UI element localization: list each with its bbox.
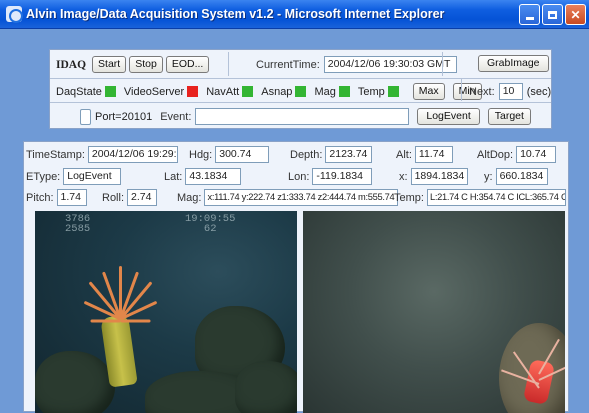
x-label: x: <box>399 170 408 183</box>
temp-label: Temp: <box>394 191 424 204</box>
lat-label: Lat: <box>164 170 183 183</box>
etype-field: LogEvent <box>63 168 122 185</box>
seafloor-rock <box>235 361 297 413</box>
status-videoserver-indicator <box>187 86 199 97</box>
timestamp-label: TimeStamp: <box>26 148 85 161</box>
altdop-field: 10.74 <box>516 146 557 163</box>
altdop-label: AltDop: <box>477 148 514 161</box>
event-label: Event: <box>160 110 192 123</box>
y-field: 660.1834 <box>495 168 548 185</box>
internet-explorer-icon <box>6 6 23 23</box>
camera-feed-2 <box>303 211 565 413</box>
status-asnap-label: Asnap <box>261 85 293 98</box>
divider <box>442 52 443 76</box>
lon-field: -119.1834 <box>312 168 373 185</box>
current-time-label: CurrentTime: <box>256 58 320 71</box>
hdg-label: Hdg: <box>189 148 213 161</box>
target-button[interactable]: Target <box>487 108 531 125</box>
status-videoserver-label: VideoServer <box>123 85 185 98</box>
close-button[interactable]: ✕ <box>565 4 586 25</box>
alt-field: 11.74 <box>414 146 453 163</box>
divider <box>461 79 462 101</box>
divider <box>228 52 229 76</box>
status-daqstate-label: DaqState <box>56 85 102 98</box>
hdg-field: 300.74 <box>215 146 270 163</box>
telemetry-panel: TimeStamp: 2004/12/06 19:29:54 Hdg: 300.… <box>23 141 569 413</box>
depth-label: Depth: <box>290 148 323 161</box>
status-temp-label: Temp <box>357 85 385 98</box>
port-checkbox[interactable] <box>80 108 91 125</box>
status-navatt-label: NavAtt <box>206 85 240 98</box>
minimize-icon <box>525 16 534 20</box>
current-time-field: 2004/12/06 19:30:03 GMT <box>323 56 457 73</box>
roll-label: Roll: <box>102 191 125 204</box>
pitch-field: 1.74 <box>56 189 87 206</box>
status-temp-indicator <box>387 86 399 97</box>
max-button[interactable]: Max <box>412 83 445 100</box>
camera-feed-1: 3786 2585 19:09:55 62 <box>35 211 297 413</box>
divider <box>50 102 551 103</box>
status-mag-label: Mag <box>314 85 336 98</box>
start-button[interactable]: Start <box>92 56 127 73</box>
pitch-label: Pitch: <box>26 191 54 204</box>
alt-label: Alt: <box>396 148 412 161</box>
timestamp-field: 2004/12/06 19:29:54 <box>87 146 178 163</box>
event-input[interactable] <box>195 108 410 125</box>
window-title-bar[interactable]: Alvin Image/Data Acquisition System v1.2… <box>0 0 589 29</box>
minimize-button[interactable] <box>519 4 540 25</box>
x-field: 1894.1834 <box>410 168 468 185</box>
maximize-button[interactable] <box>542 4 563 25</box>
maximize-icon <box>548 10 557 19</box>
divider <box>50 78 551 79</box>
eod-button[interactable]: EOD... <box>165 56 210 73</box>
port-label: Port=20101 <box>95 110 153 123</box>
next-unit-label: (sec) <box>526 85 552 98</box>
grab-image-button[interactable]: GrabImage <box>478 55 549 72</box>
depth-field: 2123.74 <box>325 146 373 163</box>
mag-label: Mag: <box>177 191 202 204</box>
temp-field: L:21.74 C H:354.74 C ICL:365.74 C <box>426 189 566 206</box>
etype-label: EType: <box>26 170 61 183</box>
window-title: Alvin Image/Data Acquisition System v1.2… <box>26 7 445 21</box>
control-panel: IDAQ Start Stop EOD... CurrentTime: 2004… <box>49 49 552 129</box>
status-asnap-indicator <box>295 86 307 97</box>
browser-content: IDAQ Start Stop EOD... CurrentTime: 2004… <box>0 29 589 413</box>
status-navatt-indicator <box>242 86 254 97</box>
close-icon: ✕ <box>570 7 581 22</box>
app-name: IDAQ <box>56 58 87 71</box>
stop-button[interactable]: Stop <box>129 56 163 73</box>
mag-field: x:111.74 y:222.74 z1:333.74 z2:444.74 m:… <box>204 189 399 206</box>
lon-label: Lon: <box>288 170 310 183</box>
y-label: y: <box>484 170 493 183</box>
status-mag-indicator <box>338 86 350 97</box>
cam1-overlay-sub: 62 <box>203 223 217 235</box>
cam1-overlay-line2: 2585 <box>65 223 91 235</box>
roll-field: 2.74 <box>127 189 158 206</box>
seafloor-rock <box>35 351 115 413</box>
lat-field: 43.1834 <box>185 168 242 185</box>
next-label: Next: <box>469 85 495 98</box>
next-interval-field[interactable]: 10 <box>498 83 523 100</box>
status-daqstate-indicator <box>104 86 116 97</box>
log-event-button[interactable]: LogEvent <box>417 108 480 125</box>
